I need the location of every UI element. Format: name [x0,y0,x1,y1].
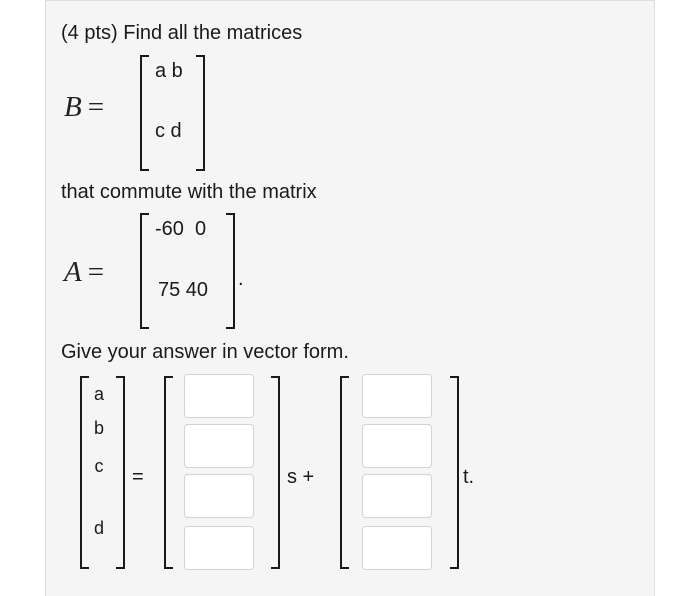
t-vector-input-3[interactable] [362,474,432,518]
matrix-a-right-bracket [226,213,235,329]
vector-equals-sign: = [132,466,144,488]
matrix-a-period: . [238,268,244,290]
s-coefficient-label: s + [287,466,315,488]
t-coefficient-label: t. [463,466,475,488]
matrix-b-equals: = [87,91,105,123]
answer-prompt: Give your answer in vector form. [61,341,349,363]
vector-abcd-right-bracket [116,376,125,569]
question-card [45,0,655,596]
matrix-b-left-bracket [140,55,149,171]
question-heading: (4 pts) Find all the matrices [61,22,303,44]
vector-s-right-bracket [271,376,280,569]
vector-t-right-bracket [450,376,459,569]
vector-label-d: d [93,518,104,538]
s-vector-input-1[interactable] [184,374,254,418]
matrix-a-left-bracket [140,213,149,329]
matrix-a-row-2: 75 40 [158,279,209,301]
vector-label-a: a [93,384,104,404]
t-vector-input-4[interactable] [362,526,432,570]
vector-label-b: b [93,418,104,438]
t-vector-input-1[interactable] [362,374,432,418]
vector-s-left-bracket [164,376,173,569]
vector-abcd-left-bracket [80,376,89,569]
matrix-a-name: A [64,256,82,288]
s-vector-input-3[interactable] [184,474,254,518]
s-vector-input-2[interactable] [184,424,254,468]
s-vector-input-4[interactable] [184,526,254,570]
matrix-a-equals: = [87,256,105,288]
matrix-b-name: B [64,91,82,123]
vector-t-left-bracket [340,376,349,569]
matrix-a-label: A = [64,256,104,289]
matrix-b-label: B = [64,91,104,124]
matrix-a-row-1: -60 0 [155,218,207,240]
commute-text: that commute with the matrix [61,181,317,203]
t-vector-input-2[interactable] [362,424,432,468]
matrix-b-row-2: c d [155,120,182,142]
vector-label-c: c [94,456,104,476]
matrix-b-row-1: a b [155,60,183,82]
matrix-b-right-bracket [196,55,205,171]
